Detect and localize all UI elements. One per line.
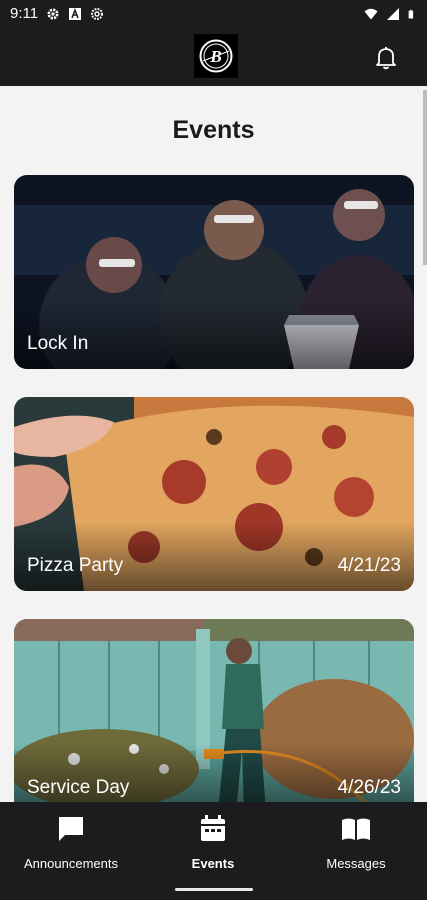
event-card-pizza-party[interactable]: Pizza Party 4/21/23 [14,397,414,591]
events-content[interactable]: Events Lock In Pizza Party 4/21/23 Servi… [0,86,427,802]
nav-announcements[interactable]: Announcements [0,802,142,882]
status-left: 9:11 [10,5,104,22]
calendar-icon [201,815,225,841]
nav-events[interactable]: Events [142,802,284,882]
event-name: Lock In [27,333,89,354]
cell-signal-icon [387,7,399,20]
status-bar: 9:11 [0,0,427,27]
nav-label: Events [191,856,235,871]
logo-letter: B [209,47,221,66]
event-name: Service Day [27,777,130,798]
nav-messages[interactable]: Messages [285,802,427,882]
logo-emblem-icon: B [199,39,233,73]
a-badge-icon [69,7,82,20]
bell-icon[interactable] [372,43,400,71]
bottom-navigation: Announcements Events Messages [0,802,427,900]
chat-bubble-icon [59,817,83,841]
app-header: B [0,27,427,86]
app-logo[interactable]: B [194,34,238,78]
wifi-icon [364,8,378,19]
status-time: 9:11 [10,5,39,22]
event-card-lock-in[interactable]: Lock In [14,175,414,369]
nav-label: Announcements [24,856,118,871]
status-right [364,7,417,21]
settings-alt-icon [91,7,104,20]
event-card-service-day[interactable]: Service Day 4/26/23 [14,619,414,802]
nav-label: Messages [326,856,386,871]
gear-icon [47,8,59,19]
book-icon [342,818,370,840]
home-indicator[interactable] [175,888,253,891]
event-name: Pizza Party [27,555,124,576]
event-date: 4/26/23 [337,777,401,798]
event-date: 4/21/23 [337,555,401,576]
page-title: Events [172,116,255,144]
battery-icon [408,9,414,18]
